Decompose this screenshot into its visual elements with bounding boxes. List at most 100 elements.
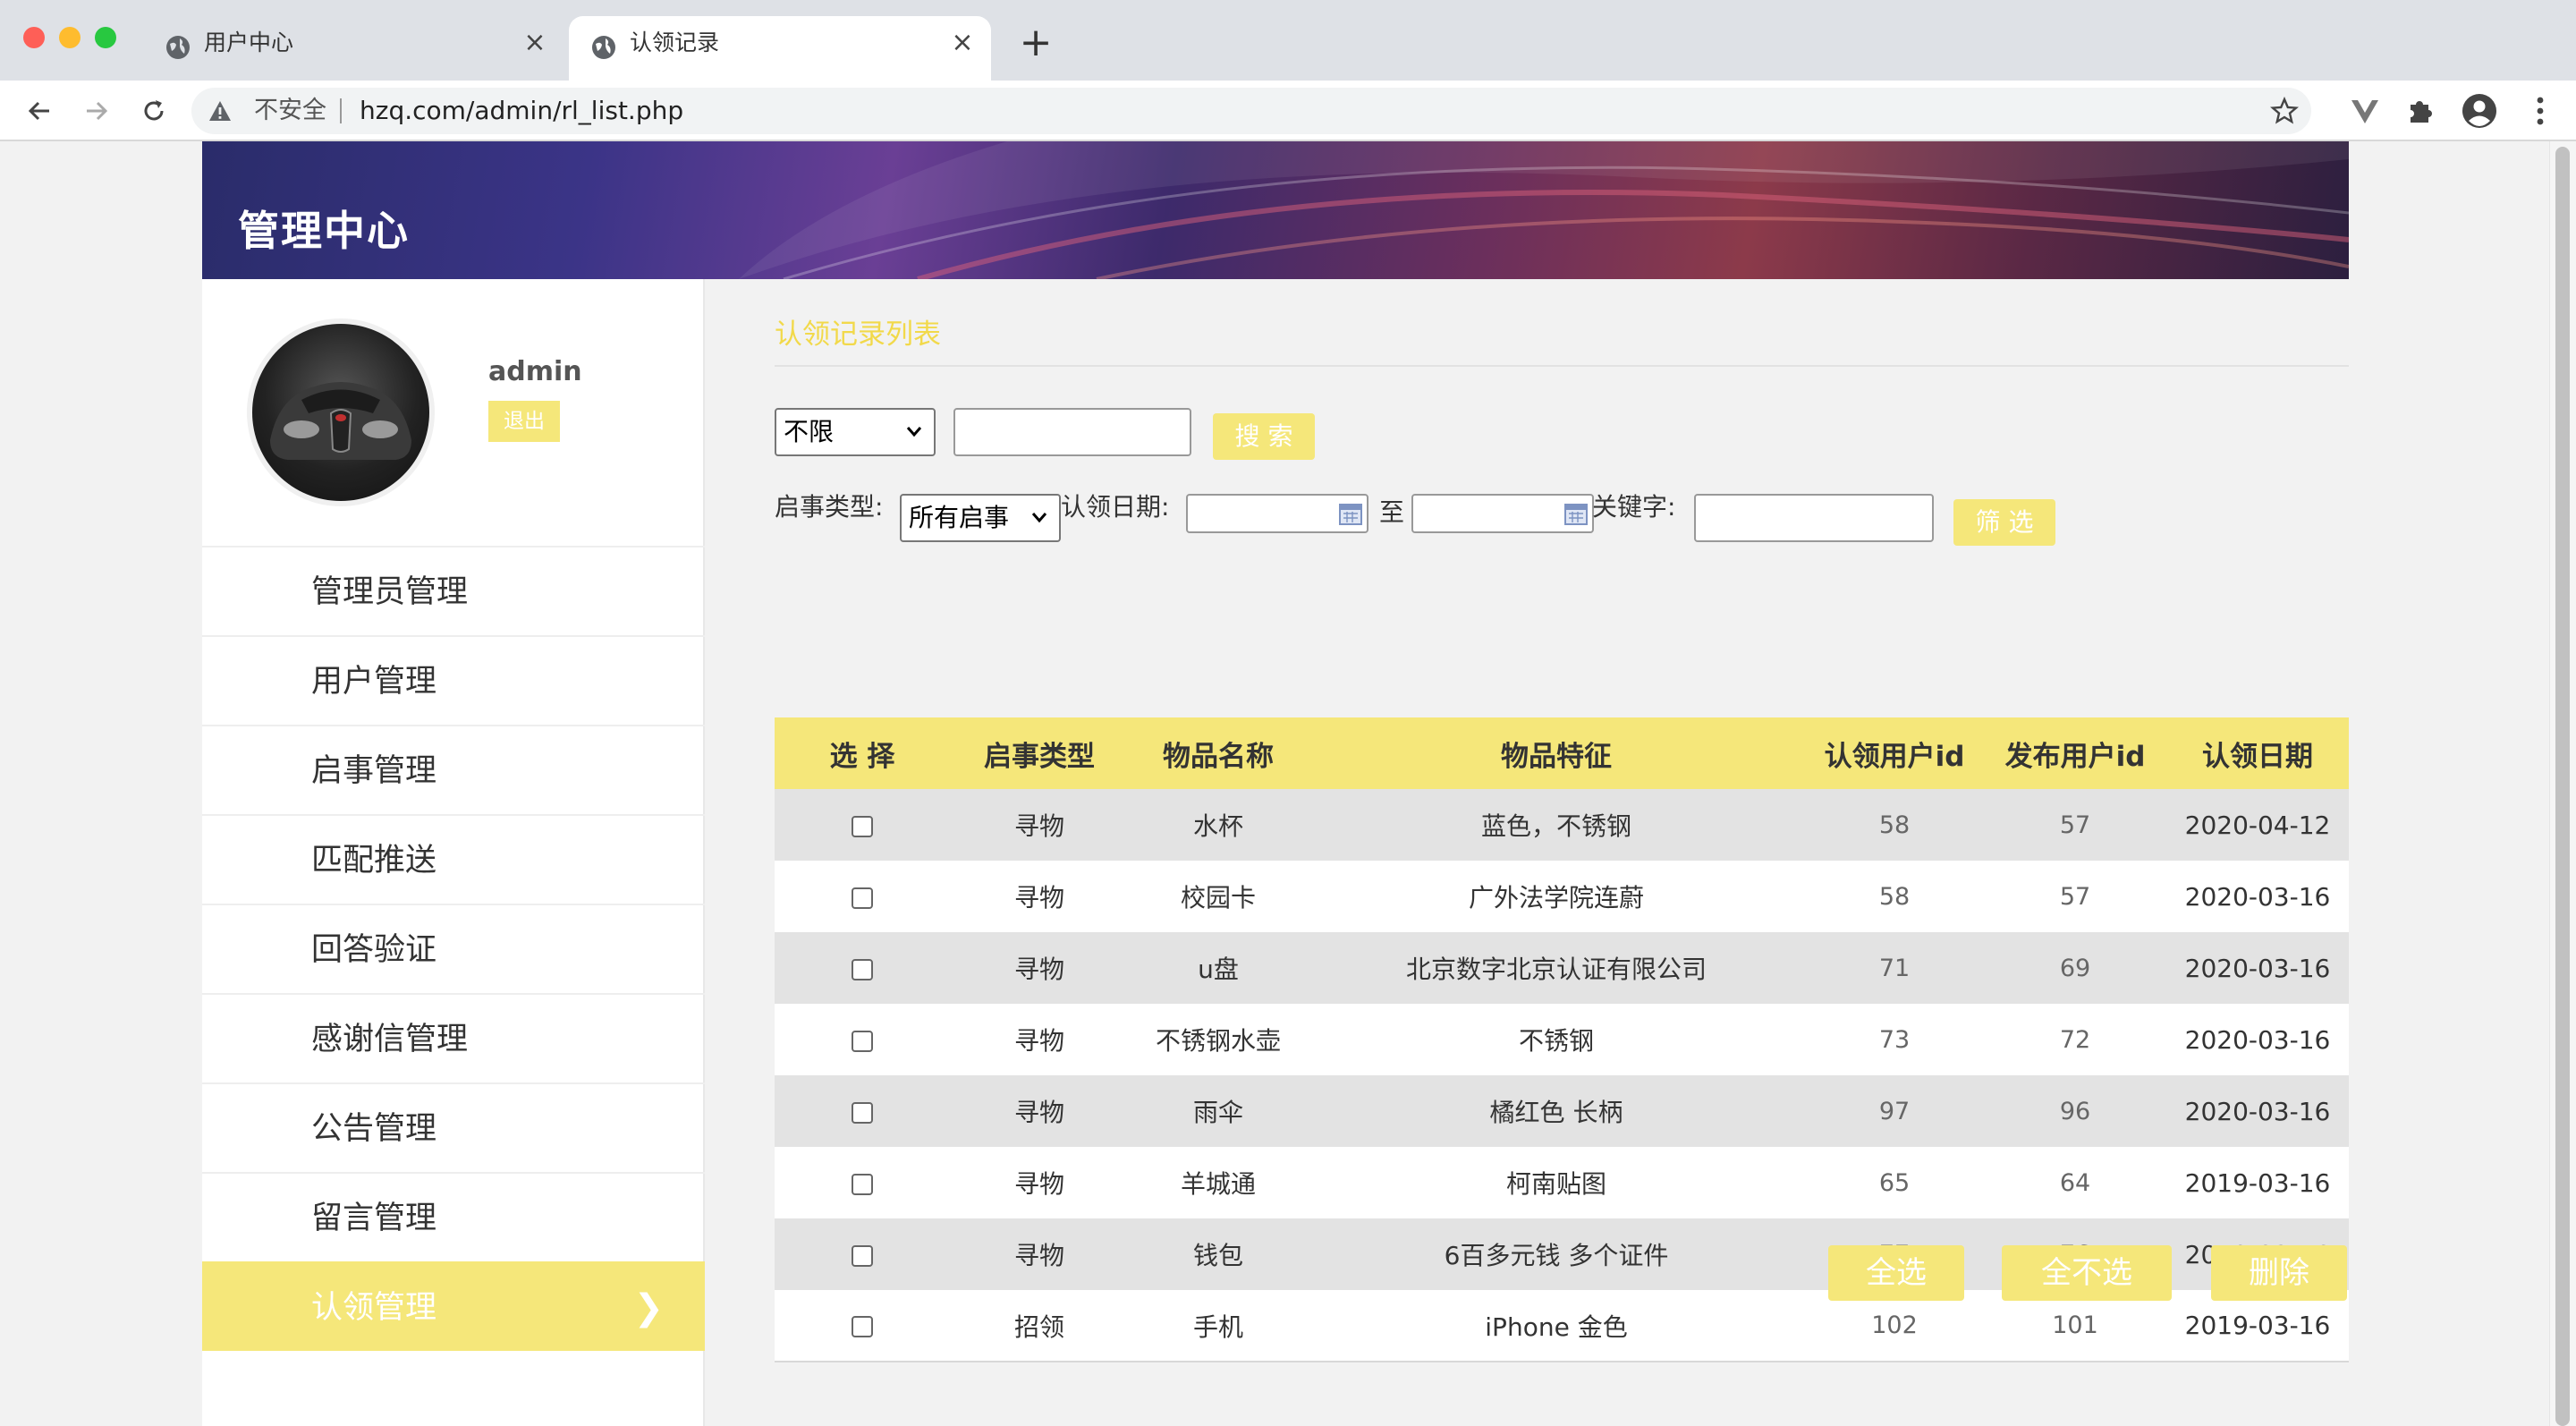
select-all-button[interactable]: 全选: [1828, 1245, 1964, 1301]
select-none-button[interactable]: 全不选: [2002, 1245, 2172, 1301]
page-scrollbar[interactable]: [2549, 141, 2576, 1426]
address-bar[interactable]: 不安全 hzq.com/admin/rl_list.php: [191, 88, 2311, 134]
table-row: 寻物 雨伞 橘红色 长柄 97 96 2020-03-16: [775, 1075, 2349, 1147]
column-header-claim-user-id: 认领用户id: [1805, 717, 1984, 789]
row-checkbox[interactable]: [852, 1030, 873, 1052]
row-checkbox[interactable]: [852, 1101, 873, 1124]
puzzle-icon[interactable]: [2402, 93, 2438, 129]
cell-claim-date: 2020-04-12: [2166, 789, 2349, 861]
divider: [340, 98, 342, 123]
select-value: 所有启事: [909, 503, 1010, 532]
claim-date-label: 认领日期:: [1061, 492, 1170, 522]
row-checkbox[interactable]: [852, 958, 873, 980]
window-zoom-button[interactable]: [95, 27, 116, 48]
sidebar-item-claim-management[interactable]: 认领管理 ❯: [202, 1261, 705, 1351]
new-tab-button[interactable]: +: [1016, 23, 1055, 63]
cell-item-name: 校园卡: [1129, 861, 1308, 932]
sidebar-item-match-push[interactable]: 匹配推送: [202, 814, 705, 904]
reload-icon: [144, 100, 164, 121]
sidebar-item-answer-verification[interactable]: 回答验证: [202, 904, 705, 993]
kebab-menu-icon[interactable]: [2522, 93, 2558, 129]
reload-button[interactable]: [134, 91, 174, 131]
close-icon[interactable]: ×: [948, 29, 977, 57]
table-row: 寻物 不锈钢水壶 不锈钢 73 72 2020-03-16: [775, 1004, 2349, 1075]
avatar: [247, 318, 435, 506]
column-header-item-name: 物品名称: [1129, 717, 1308, 789]
cell-item-name: 羊城通: [1129, 1147, 1308, 1218]
sidebar-item-label: 认领管理: [311, 1290, 437, 1326]
account-icon[interactable]: [2462, 93, 2497, 129]
sidebar-item-message-management[interactable]: 留言管理: [202, 1172, 705, 1261]
date-to-input[interactable]: [1411, 494, 1594, 533]
cell-claim-user-id: 97: [1805, 1075, 1984, 1147]
globe-icon: [166, 36, 190, 59]
window-close-button[interactable]: [23, 27, 45, 48]
sidebar-item-thanks-letter-management[interactable]: 感谢信管理: [202, 993, 705, 1082]
scrollbar-thumb[interactable]: [2555, 147, 2570, 1426]
forward-button[interactable]: [77, 91, 116, 131]
arrow-right-icon: [87, 101, 108, 121]
page-viewport: 管理中心 admin 退出 管理员管理 用户管理 启事管理 匹配推送 回答验证 …: [0, 141, 2576, 1426]
section-title: 认领记录列表: [775, 318, 941, 351]
cell-claim-date: 2019-03-16: [2166, 1290, 2349, 1362]
chevron-down-icon: [1031, 513, 1047, 523]
cell-item-feature: 广外法学院连蔚: [1308, 861, 1805, 932]
cell-item-name: 钱包: [1129, 1218, 1308, 1290]
logout-button[interactable]: 退出: [488, 401, 560, 442]
cell-notice-type: 寻物: [950, 1004, 1129, 1075]
cell-item-name: u盘: [1129, 932, 1308, 1004]
row-checkbox[interactable]: [852, 815, 873, 837]
row-checkbox[interactable]: [852, 1316, 873, 1337]
notice-type-select[interactable]: 所有启事: [900, 494, 1061, 542]
cell-item-feature: 橘红色 长柄: [1308, 1075, 1805, 1147]
keyword-input[interactable]: [1694, 494, 1934, 542]
sidebar-item-announcement-management[interactable]: 公告管理: [202, 1082, 705, 1172]
cell-notice-type: 寻物: [950, 1147, 1129, 1218]
row-checkbox[interactable]: [852, 1173, 873, 1195]
extension-v-icon[interactable]: [2347, 93, 2383, 129]
url-text[interactable]: hzq.com/admin/rl_list.php: [360, 88, 683, 134]
table-row: 寻物 u盘 北京数字北京认证有限公司 71 69 2020-03-16: [775, 932, 2349, 1004]
cell-claim-user-id: 102: [1805, 1290, 1984, 1362]
cell-item-feature: 柯南贴图: [1308, 1147, 1805, 1218]
date-from-input[interactable]: [1186, 494, 1368, 533]
search-scope-select[interactable]: 不限: [775, 408, 936, 456]
cell-item-name: 水杯: [1129, 789, 1308, 861]
cell-claim-user-id: 71: [1805, 932, 1984, 1004]
filter-button[interactable]: 筛 选: [1953, 499, 2055, 546]
window-minimize-button[interactable]: [59, 27, 80, 48]
calendar-icon[interactable]: [1338, 501, 1363, 526]
sidebar-menu: 管理员管理 用户管理 启事管理 匹配推送 回答验证 感谢信管理 公告管理 留言管…: [202, 546, 705, 1351]
cell-item-name: 不锈钢水壶: [1129, 1004, 1308, 1075]
sidebar: admin 退出 管理员管理 用户管理 启事管理 匹配推送 回答验证 感谢信管理…: [202, 279, 705, 1426]
row-checkbox[interactable]: [852, 887, 873, 909]
cell-item-name: 手机: [1129, 1290, 1308, 1362]
cell-post-user-id: 57: [1984, 861, 2166, 932]
column-header-select: 选 择: [775, 717, 950, 789]
browser-tab-user-center[interactable]: 用户中心 ×: [143, 16, 564, 81]
cell-claim-user-id: 58: [1805, 789, 1984, 861]
cell-claim-date: 2020-03-16: [2166, 861, 2349, 932]
date-range-to-label: 至: [1379, 497, 1405, 527]
calendar-icon[interactable]: [1563, 501, 1589, 526]
browser-tab-claim-records[interactable]: 认领记录 ×: [569, 16, 991, 81]
row-checkbox[interactable]: [852, 1244, 873, 1267]
search-input[interactable]: [953, 408, 1191, 456]
star-icon[interactable]: [2270, 97, 2299, 125]
delete-button[interactable]: 删除: [2211, 1245, 2347, 1301]
profile-card: admin 退出: [202, 279, 705, 547]
close-icon[interactable]: ×: [521, 29, 549, 57]
back-button[interactable]: [20, 91, 59, 131]
select-value: 不限: [784, 417, 835, 446]
cell-post-user-id: 72: [1984, 1004, 2166, 1075]
cell-item-feature: iPhone 金色: [1308, 1290, 1805, 1362]
cell-post-user-id: 101: [1984, 1290, 2166, 1362]
browser-tab-bar: 用户中心 × 认领记录 × +: [0, 0, 2576, 81]
sidebar-item-admin-management[interactable]: 管理员管理: [202, 546, 705, 635]
chevron-right-icon: ❯: [633, 1287, 664, 1328]
table-header-row: 选 择 启事类型 物品名称 物品特征 认领用户id 发布用户id 认领日期: [775, 717, 2349, 789]
sidebar-item-user-management[interactable]: 用户管理: [202, 635, 705, 725]
search-button[interactable]: 搜 索: [1213, 413, 1315, 460]
column-header-post-user-id: 发布用户id: [1984, 717, 2166, 789]
sidebar-item-notice-management[interactable]: 启事管理: [202, 725, 705, 814]
